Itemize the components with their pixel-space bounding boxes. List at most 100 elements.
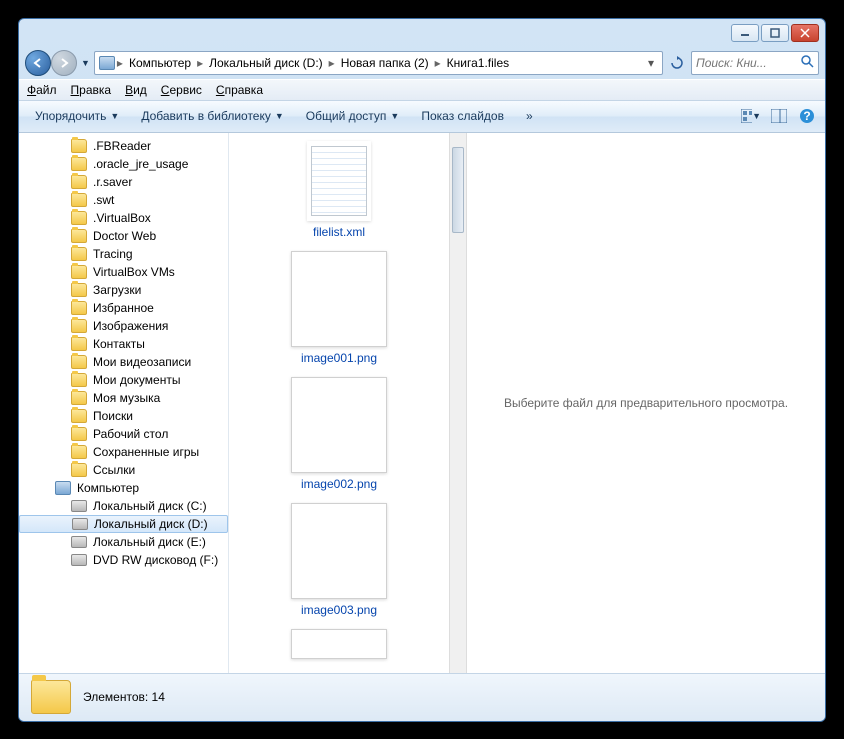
breadcrumb-item[interactable]: Компьютер xyxy=(125,56,195,70)
back-button[interactable] xyxy=(25,50,51,76)
file-item[interactable]: image003.png xyxy=(291,503,387,617)
explorer-window: ▼ ▸ Компьютер ▸ Локальный диск (D:) ▸ Но… xyxy=(18,18,826,722)
tree-item[interactable]: .oracle_jre_usage xyxy=(19,155,228,173)
file-item[interactable]: filelist.xml xyxy=(307,141,371,239)
folder-icon xyxy=(71,337,87,351)
breadcrumb-item[interactable]: Книга1.files xyxy=(443,56,513,70)
file-name: image003.png xyxy=(301,603,377,617)
computer-icon xyxy=(99,56,115,70)
scrollbar[interactable] xyxy=(449,133,467,673)
view-options-button[interactable]: ▼ xyxy=(741,106,761,126)
menu-file[interactable]: Файл xyxy=(27,83,57,97)
tree-item[interactable]: Doctor Web xyxy=(19,227,228,245)
help-button[interactable]: ? xyxy=(797,106,817,126)
tree-item-label: Локальный диск (E:) xyxy=(93,535,206,549)
share-button[interactable]: Общий доступ ▼ xyxy=(298,105,408,127)
address-bar[interactable]: ▸ Компьютер ▸ Локальный диск (D:) ▸ Нова… xyxy=(94,51,663,75)
tree-item[interactable]: VirtualBox VMs xyxy=(19,263,228,281)
navigation-tree[interactable]: .FBReader .oracle_jre_usage .r.saver.swt .V… xyxy=(19,133,229,673)
tree-item-label: Локальный диск (D:) xyxy=(94,517,208,531)
tree-item-label: VirtualBox VMs xyxy=(93,265,175,279)
preview-pane-button[interactable] xyxy=(769,106,789,126)
tree-item-label: Моя музыка xyxy=(93,391,160,405)
organize-button[interactable]: Упорядочить ▼ xyxy=(27,105,127,127)
tree-item-label: .VirtualBox xyxy=(93,211,151,225)
tree-item-label: DVD RW дисковод (F:) xyxy=(93,553,218,567)
add-to-library-button[interactable]: Добавить в библиотеку ▼ xyxy=(133,105,291,127)
tree-item[interactable]: Локальный диск (C:) xyxy=(19,497,228,515)
tree-item-label: Контакты xyxy=(93,337,145,351)
tree-item[interactable]: Сохраненные игры xyxy=(19,443,228,461)
file-name: image001.png xyxy=(301,351,377,365)
tree-item[interactable]: Компьютер xyxy=(19,479,228,497)
search-box[interactable] xyxy=(691,51,819,75)
tree-item-label: Tracing xyxy=(93,247,133,261)
tree-item[interactable]: Рабочий стол xyxy=(19,425,228,443)
forward-button[interactable] xyxy=(51,50,77,76)
breadcrumb-item[interactable]: Локальный диск (D:) xyxy=(205,56,327,70)
chevron-right-icon[interactable]: ▸ xyxy=(195,56,205,70)
chevron-right-icon[interactable]: ▸ xyxy=(115,56,125,70)
tree-item-label: Мои видеозаписи xyxy=(93,355,191,369)
drive-icon xyxy=(71,554,87,566)
menu-help[interactable]: Справка xyxy=(216,83,263,97)
file-item[interactable] xyxy=(291,629,387,659)
folder-icon xyxy=(31,680,71,714)
tree-item[interactable]: Загрузки xyxy=(19,281,228,299)
tree-item[interactable]: Мои видеозаписи xyxy=(19,353,228,371)
folder-icon xyxy=(71,193,87,207)
breadcrumb-item[interactable]: Новая папка (2) xyxy=(337,56,433,70)
tree-item[interactable]: Поиски xyxy=(19,407,228,425)
folder-icon xyxy=(71,409,87,423)
preview-empty-text: Выберите файл для предварительного просм… xyxy=(504,396,788,410)
tree-item[interactable]: .FBReader xyxy=(19,137,228,155)
chevron-right-icon[interactable]: ▸ xyxy=(327,56,337,70)
tree-item[interactable]: Локальный диск (D:) xyxy=(19,515,228,533)
maximize-button[interactable] xyxy=(761,24,789,42)
folder-icon xyxy=(71,301,87,315)
file-thumbnail xyxy=(291,629,387,659)
nav-history-dropdown-icon[interactable]: ▼ xyxy=(81,58,90,68)
scrollbar-thumb[interactable] xyxy=(452,147,464,233)
tree-item[interactable]: .VirtualBox xyxy=(19,209,228,227)
slideshow-button[interactable]: Показ слайдов xyxy=(413,105,512,127)
tree-item[interactable]: Избранное xyxy=(19,299,228,317)
tree-item[interactable]: .r.saver xyxy=(19,173,228,191)
tree-item[interactable]: Tracing xyxy=(19,245,228,263)
body-area: .FBReader .oracle_jre_usage .r.saver.swt .V… xyxy=(19,133,825,673)
close-button[interactable] xyxy=(791,24,819,42)
tree-item-label: .oracle_jre_usage xyxy=(93,157,188,171)
tree-item[interactable]: Ссылки xyxy=(19,461,228,479)
nav-buttons xyxy=(25,50,77,76)
tree-item[interactable]: Изображения xyxy=(19,317,228,335)
tree-item[interactable]: Контакты xyxy=(19,335,228,353)
folder-icon xyxy=(71,427,87,441)
menu-tools[interactable]: Сервис xyxy=(161,83,202,97)
refresh-button[interactable] xyxy=(667,53,687,73)
file-item[interactable]: image002.png xyxy=(291,377,387,491)
svg-text:?: ? xyxy=(803,109,810,123)
status-count: Элементов: 14 xyxy=(83,690,165,704)
toolbar: Упорядочить ▼ Добавить в библиотеку ▼ Об… xyxy=(19,101,825,133)
statusbar: Элементов: 14 xyxy=(19,673,825,721)
menu-edit[interactable]: Правка xyxy=(71,83,112,97)
more-button[interactable]: » xyxy=(518,105,541,127)
tree-item[interactable]: DVD RW дисковод (F:) xyxy=(19,551,228,569)
breadcrumb-dropdown-icon[interactable]: ▾ xyxy=(644,56,658,70)
search-icon[interactable] xyxy=(800,54,814,71)
chevron-down-icon: ▼ xyxy=(110,111,119,121)
tree-item[interactable]: Локальный диск (E:) xyxy=(19,533,228,551)
search-input[interactable] xyxy=(696,56,800,70)
menu-view[interactable]: Вид xyxy=(125,83,147,97)
tree-item[interactable]: .swt xyxy=(19,191,228,209)
tree-item[interactable]: Моя музыка xyxy=(19,389,228,407)
file-item[interactable]: image001.png xyxy=(291,251,387,365)
tree-item-label: Компьютер xyxy=(77,481,139,495)
folder-icon xyxy=(71,139,87,153)
chevron-right-icon[interactable]: ▸ xyxy=(433,56,443,70)
minimize-button[interactable] xyxy=(731,24,759,42)
file-list[interactable]: filelist.xml image001.png image002.png imag… xyxy=(229,133,449,673)
tree-item-label: .FBReader xyxy=(93,139,151,153)
tree-item[interactable]: Мои документы xyxy=(19,371,228,389)
chevron-down-icon: ▼ xyxy=(390,111,399,121)
